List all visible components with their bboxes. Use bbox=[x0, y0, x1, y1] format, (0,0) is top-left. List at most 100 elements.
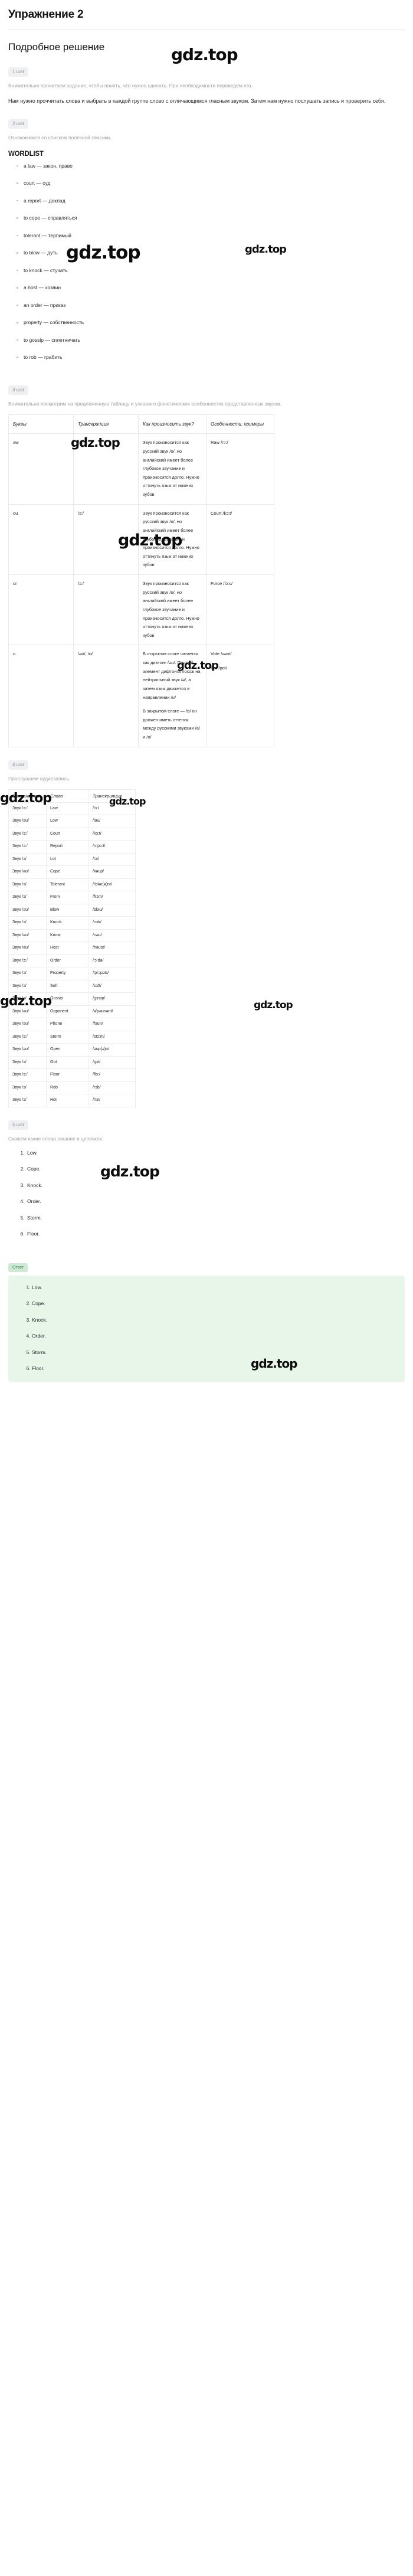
table-row: Звук /ɔ:/Storm/stɔ:m/ bbox=[8, 1030, 136, 1044]
table-row: Звук /ɔ/Knock/nɔk/ bbox=[8, 916, 136, 930]
cell-features: Force /fɔ:s/ bbox=[206, 574, 274, 646]
cell-how-to-pronounce: Звук произносится как русский звук /о/, … bbox=[138, 574, 206, 646]
cell-example: Force /fɔ:s/ bbox=[211, 581, 233, 587]
cell-how-to-pronounce: Звук произносится как русский звук /о/, … bbox=[138, 433, 206, 505]
cell-transcription: /sɔft/ bbox=[88, 979, 136, 993]
cell-transcription: /bləu/ bbox=[88, 903, 136, 917]
cell-transcription: /'prɔpətɪ/ bbox=[88, 967, 136, 980]
cell-transcription: /lɔ:/ bbox=[88, 802, 136, 816]
cell-how-to-pronounce: Звук произносится как русский звук /о/, … bbox=[138, 504, 206, 576]
list-item: a host — хозяин bbox=[8, 285, 405, 290]
cell-features: Raw /rɔ:/ bbox=[206, 433, 274, 505]
cell-attention: Звук /ɔ:/ bbox=[8, 802, 47, 816]
step3-intro: Внимательно посмотрим на предложенную та… bbox=[8, 400, 281, 407]
cell-example: Court /kɔ:t/ bbox=[211, 510, 232, 516]
cell-word: Low bbox=[46, 815, 89, 828]
cell-word: Host bbox=[46, 942, 89, 955]
cell-attention: Звук /əu/ bbox=[8, 815, 47, 828]
list-item: Low. bbox=[32, 1285, 399, 1290]
cell-attention: Звук /ɔ/ bbox=[8, 992, 47, 1006]
table-row: Звук /ɔ/Property/'prɔpətɪ/ bbox=[8, 967, 136, 980]
table-row: Звук /əu/Low/ləu/ bbox=[8, 815, 136, 828]
cell-letters: o bbox=[8, 645, 74, 747]
cell-example: Raw /rɔ:/ bbox=[211, 440, 228, 446]
cell-word: Property bbox=[46, 967, 89, 980]
table-row: Звук /ɔ/From/frɔm/ bbox=[8, 891, 136, 904]
list-item: Cope. bbox=[32, 1301, 399, 1306]
table-row: Звук /ɔ/Hot/hɔt/ bbox=[8, 1094, 136, 1107]
cell-attention: Звук /ɔ/ bbox=[8, 891, 47, 904]
cell-transcription: /rɪ'pɔ:t/ bbox=[88, 840, 136, 854]
cell-transcription: /əʊ/, /ɒ/ bbox=[73, 645, 139, 747]
cell-example: Pot /pɒt/ bbox=[211, 665, 227, 671]
cell-transcription: /nəu/ bbox=[88, 929, 136, 943]
list-item: Cope. bbox=[26, 1166, 405, 1172]
cell-transcription: /stɔ:m/ bbox=[88, 1030, 136, 1044]
table-row: o/əʊ/, /ɒ/В открытом слоге читается как … bbox=[8, 645, 274, 747]
col-header-word: Слово bbox=[46, 789, 89, 803]
cell-paragraph: В закрытом слоге — /ɒ/ он должен иметь о… bbox=[143, 708, 201, 740]
phonetics-table: Буквы Транскрипция Как произносить звук?… bbox=[8, 414, 274, 747]
cell-letters: ou bbox=[8, 504, 74, 576]
cell-word: Floor bbox=[46, 1068, 89, 1082]
list-item: Floor. bbox=[32, 1366, 399, 1371]
list-item: to gossip — сплетничать bbox=[8, 338, 405, 343]
table-row: Звук /ɔ/Soft/sɔft/ bbox=[8, 979, 136, 993]
cell-transcription: /'tɔlər(ə)nt/ bbox=[88, 878, 136, 892]
list-item: a report — доклад bbox=[8, 198, 405, 204]
cell-transcription: /gɔt/ bbox=[88, 1055, 136, 1070]
list-item: court — суд bbox=[8, 181, 405, 186]
cell-word: Law bbox=[46, 802, 89, 816]
col-header-transcription: Транскрипция bbox=[88, 789, 136, 803]
cell-attention: Звук /əu/ bbox=[8, 1018, 47, 1031]
cell-paragraph: Звук произносится как русский звук /о/, … bbox=[143, 440, 199, 498]
table-row: Звук /əu/Blow/bləu/ bbox=[8, 903, 136, 917]
step4-intro: Прослушаем аудиозапись. bbox=[8, 775, 71, 782]
cell-transcription: /nɔk/ bbox=[88, 916, 136, 930]
list-item: Knock. bbox=[26, 1183, 405, 1188]
word-transcription-table: Внимание на: Слово Транскрипция Звук /ɔ:… bbox=[8, 789, 136, 1107]
cell-transcription: /ɔ:/ bbox=[73, 574, 139, 646]
cell-word: From bbox=[46, 891, 89, 904]
list-item: an order — приказ bbox=[8, 303, 405, 308]
cell-attention: Звук /ɔ/ bbox=[8, 1094, 47, 1107]
cell-example: Vote /vəʊt/ bbox=[211, 651, 232, 657]
col-header-attention: Внимание на: bbox=[8, 789, 47, 803]
table-row: Звук /ɔ:/Floor/flɔ:/ bbox=[8, 1068, 136, 1082]
list-item: Low. bbox=[26, 1150, 405, 1156]
table-row: Звук /ɔ:/Law/lɔ:/ bbox=[8, 802, 136, 816]
cell-attention: Звук /ɔ:/ bbox=[8, 1030, 47, 1044]
page-title: Упражнение 2 bbox=[8, 8, 84, 21]
cell-word: Cope bbox=[46, 865, 89, 879]
table-header-row: Буквы Транскрипция Как произносить звук?… bbox=[8, 414, 274, 434]
step-badge-3: 3 шаг bbox=[8, 385, 29, 395]
table-row: Звук /ɔ/Gossip/gɔsɪp/ bbox=[8, 992, 136, 1006]
cell-transcription: /ləu/ bbox=[88, 815, 136, 828]
cell-attention: Звук /ɔ/ bbox=[8, 916, 47, 930]
cell-attention: Звук /əu/ bbox=[8, 942, 47, 955]
cell-word: Open bbox=[46, 1043, 89, 1057]
title-divider bbox=[8, 29, 405, 30]
step-badge-4: 4 шаг bbox=[8, 760, 29, 770]
cell-transcription: /ɔ:/ bbox=[73, 504, 139, 576]
wordlist: a law — закон, право court — суд a repor… bbox=[8, 164, 405, 360]
cell-word: Phone bbox=[46, 1018, 89, 1031]
cell-word: Lot bbox=[46, 852, 89, 867]
col-header-letters: Буквы bbox=[8, 414, 74, 434]
cell-letters: aw bbox=[8, 433, 74, 505]
table-row: Звук /ɔ/Got/gɔt/ bbox=[8, 1055, 136, 1070]
table-row: Звук /ɔ:/Report/rɪ'pɔ:t/ bbox=[8, 840, 136, 854]
cell-attention: Звук /ɔ/ bbox=[8, 979, 47, 993]
list-item: a law — закон, право bbox=[8, 164, 405, 169]
list-item: Storm. bbox=[26, 1215, 405, 1221]
cell-transcription: /kəup/ bbox=[88, 865, 136, 879]
table-row: Звук /ɔ/Lot/lɔt/ bbox=[8, 852, 136, 867]
answer-box: Low. Cope. Knock. Order. Storm. Floor. bbox=[8, 1275, 405, 1382]
cell-attention: Звук /əu/ bbox=[8, 1005, 47, 1019]
cell-attention: Звук /ɔ/ bbox=[8, 967, 47, 980]
cell-attention: Звук /əu/ bbox=[8, 865, 47, 879]
cell-word: Hot bbox=[46, 1094, 89, 1107]
cell-how-to-pronounce: В открытом слоге читается как дивтонг /ə… bbox=[138, 645, 206, 747]
cell-features: Vote /vəʊt/Pot /pɒt/ bbox=[206, 645, 274, 747]
cell-attention: Звук /ɔ:/ bbox=[8, 1068, 47, 1082]
